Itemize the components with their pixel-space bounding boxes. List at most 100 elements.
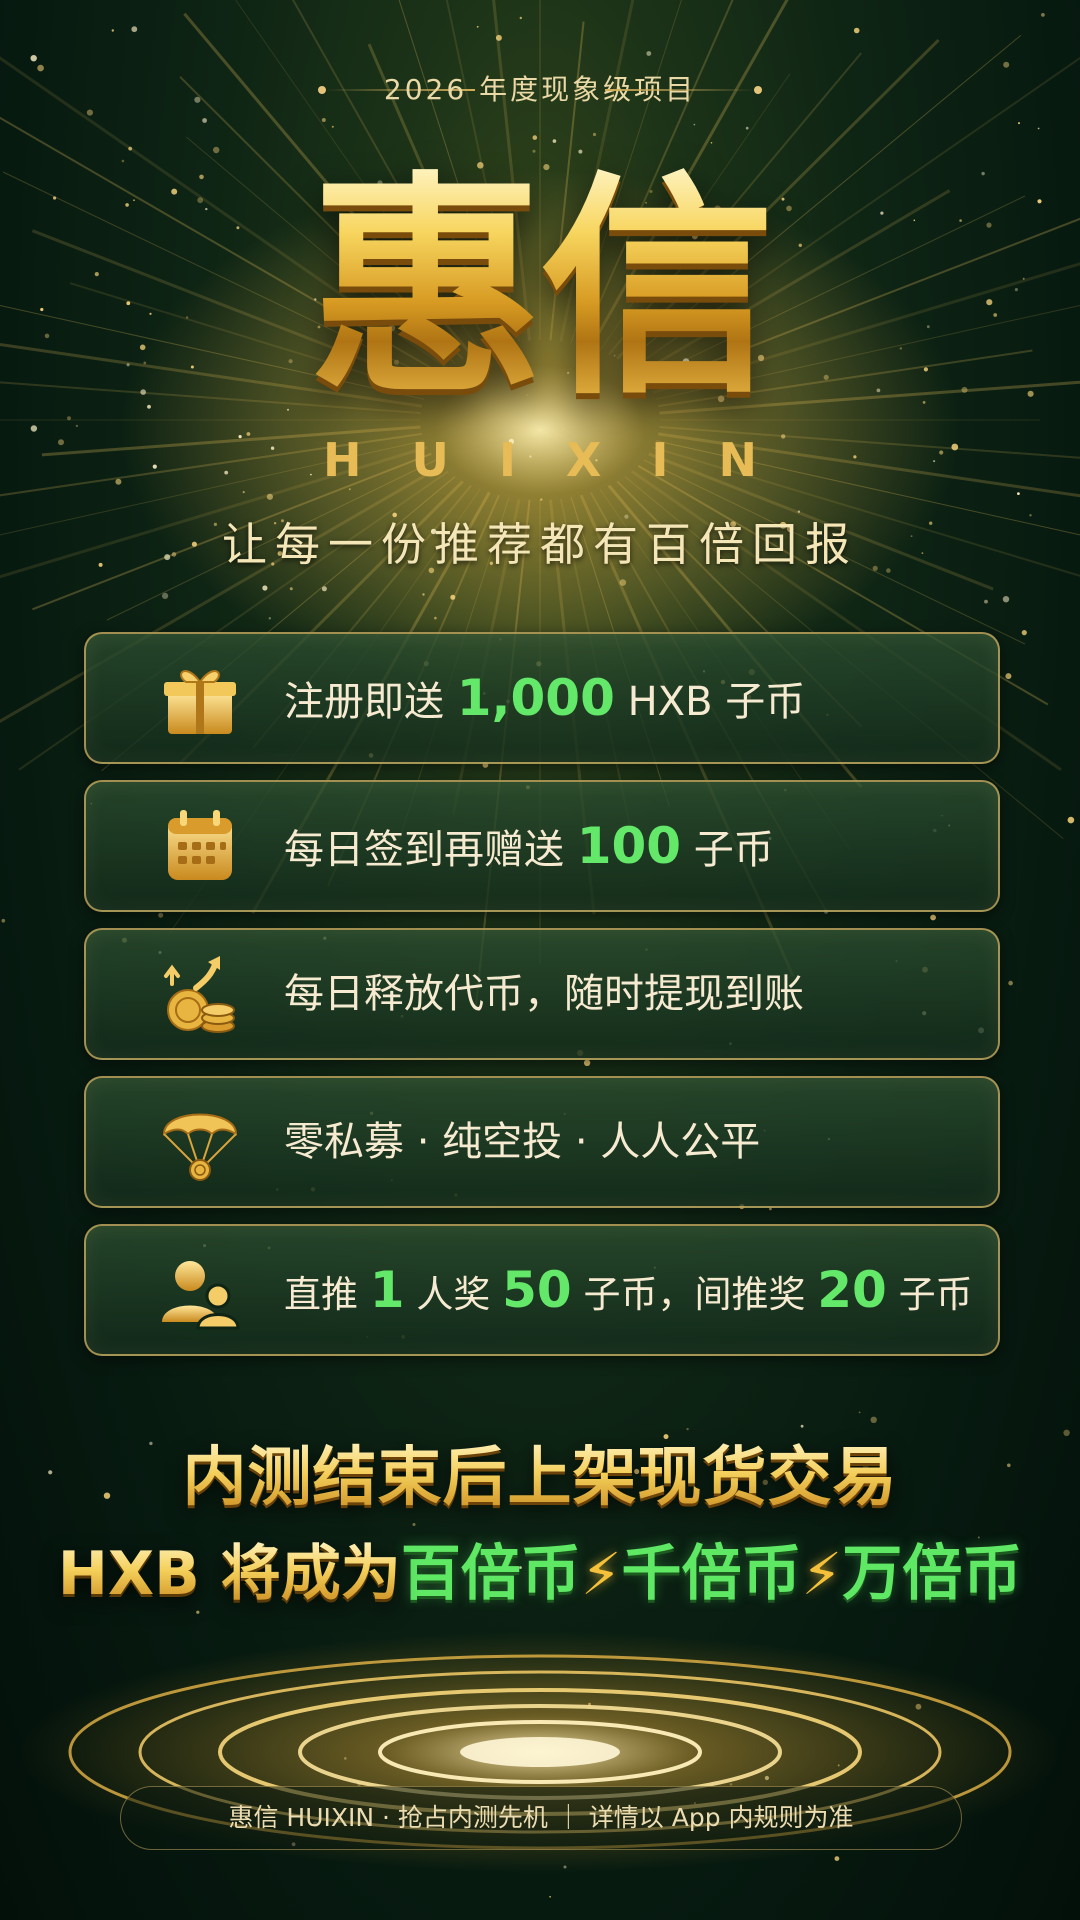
brand-logo-latin: HUIXIN [322,433,808,487]
lightning-icon: ⚡ [580,1540,622,1608]
sparkle [834,1856,840,1861]
sparkle [1017,492,1020,495]
sparkle [1067,816,1075,824]
slogan: 让每一份推荐都有百倍回报 [221,518,858,571]
sparkle [213,146,220,154]
parachute-airdrop-icon [162,1113,238,1181]
header-tagline: 2026 年度现象级项目 [0,70,1080,110]
sparkle [131,26,138,33]
sparkle [870,1416,877,1424]
cta-headline: 内测结束后上架现货交易 [0,1438,1080,1518]
sparkle [693,123,696,126]
feature-text: 注册即送 1,000 HXB 子币 [284,669,806,727]
feature-card-daily-release: 每日释放代币，随时提现到账 [84,928,1000,1060]
sparkle [1037,127,1040,130]
feature-text: 每日签到再赠送 100 子币 [284,817,774,875]
sparkle [583,1059,591,1067]
sparkle [348,488,351,491]
sparkle [268,617,271,620]
sparkle [853,27,860,34]
sparkle [563,1865,567,1869]
sparkle [1002,596,1010,603]
sparkle [1003,61,1010,68]
top-tagline: 2026 年度现象级项目 [383,73,697,106]
sparkle [434,616,437,620]
sparkle [858,1411,861,1414]
sparkle [158,912,164,918]
sparkle [745,126,749,130]
feature-text: 零私募 · 纯空投 · 人人公平 [284,1119,761,1165]
calendar-icon [168,810,232,880]
tier-10000x: 万倍币 [842,1539,1023,1609]
sparkle [930,914,936,921]
sparkle [562,428,565,431]
sparkle [532,135,538,140]
feature-text: 每日释放代币，随时提现到账 [284,971,804,1017]
sparkle [588,1702,591,1706]
divider-right [605,89,755,91]
sparkle [75,424,79,428]
feature-card-signup-bonus: 注册即送 1,000 HXB 子币 [84,632,1000,764]
sparkle [476,25,479,28]
cta-subheadline: HXB 将成为百倍币⚡千倍币⚡万倍币 [0,1534,1080,1614]
sparkle [321,118,326,122]
feature-card-daily-checkin: 每日签到再赠送 100 子币 [84,780,1000,912]
tier-100x: 百倍币 [400,1539,581,1609]
feature-card-airdrop: 零私募 · 纯空投 · 人人公平 [84,1076,1000,1208]
sparkle [412,1523,416,1526]
sparkle [552,139,557,143]
sparkle [619,579,627,586]
sparkle [686,1427,689,1431]
sparkle [289,587,293,591]
sparkle [86,109,93,116]
sparkle [646,51,652,56]
sparkle [30,55,37,62]
sparkle [128,146,133,151]
sparkle [519,16,522,20]
sparkle [710,142,713,144]
sparkle [837,1764,840,1767]
sparkle [800,1424,804,1428]
indirect-reward: 20 [817,1261,887,1319]
sparkle [111,29,115,32]
sparkle [592,132,597,137]
sparkle [202,118,208,123]
sparkle [915,1703,922,1710]
divider-dot-right [754,86,762,94]
sparkle [331,125,334,128]
coins-growth-icon [164,956,235,1033]
feature-card-referral: 直推 1 人奖 50 子币，间推奖 20 子币 [84,1224,1000,1356]
sparkle [1,918,6,923]
direct-count: 1 [369,1261,405,1319]
sparkle [30,425,38,432]
sparkle [797,510,801,513]
sparkle [344,1757,347,1760]
brand-logo: 惠信 [0,160,1080,420]
sparkle [1021,630,1027,636]
sparkle [495,34,502,41]
sparkle [162,592,169,600]
sparkle [321,586,327,592]
sparkle [984,599,988,604]
sparkle [540,498,543,501]
referral-users-icon [162,1261,240,1330]
checkin-amount: 100 [576,817,682,875]
sparkle [1018,122,1020,125]
sparkle [242,491,245,494]
sparkle [1008,980,1013,986]
cta-prefix: HXB 将成为 [57,1539,401,1609]
sparkle [1041,13,1045,17]
direct-reward: 50 [502,1261,572,1319]
sparkle [422,593,425,596]
sparkle [450,594,456,600]
sparkle [262,585,268,591]
footer-disclaimer: 惠信 HUIXIN · 抢占内测先机 ｜ 详情以 App 内规则为准 [120,1786,962,1850]
gift-box-icon [164,670,236,734]
sparkle [1005,673,1012,680]
sparkle [549,1896,551,1898]
sparkle [764,1775,770,1781]
feature-text: 直推 1 人奖 50 子币，间推奖 20 子币 [284,1261,973,1319]
sparkle [266,493,273,500]
sparkle [1063,1429,1070,1437]
tier-1000x: 千倍币 [621,1539,802,1609]
